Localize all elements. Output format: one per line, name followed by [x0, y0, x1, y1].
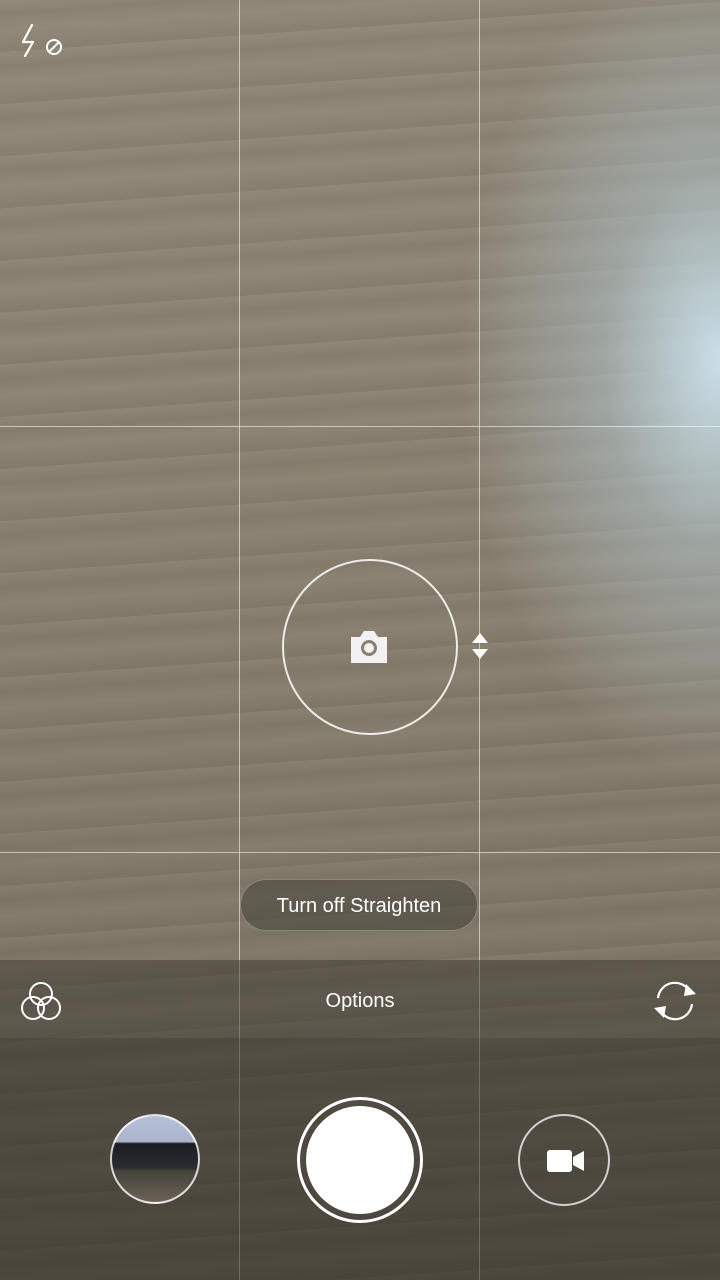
flash-off-icon — [21, 23, 62, 58]
camera-icon — [351, 631, 387, 663]
options-button[interactable]: Options — [0, 960, 720, 1038]
video-mode-button[interactable] — [518, 1114, 610, 1206]
grid-line-horizontal-bottom — [0, 852, 720, 853]
gallery-thumbnail[interactable] — [110, 1114, 200, 1204]
switch-camera-button[interactable] — [648, 978, 702, 1024]
turn-off-straighten-button[interactable]: Turn off Straighten — [240, 879, 478, 931]
shutter-button[interactable] — [297, 1097, 423, 1223]
switch-camera-icon — [654, 981, 696, 1021]
filters-button[interactable] — [18, 979, 64, 1023]
level-arrows-icon[interactable] — [470, 630, 490, 662]
grid-line-horizontal-top — [0, 426, 720, 427]
filters-icon — [21, 982, 61, 1020]
options-bar: Options — [0, 960, 720, 1038]
flash-toggle-button[interactable] — [18, 22, 68, 62]
video-camera-icon — [547, 1150, 584, 1172]
shutter-button-core — [306, 1106, 414, 1214]
